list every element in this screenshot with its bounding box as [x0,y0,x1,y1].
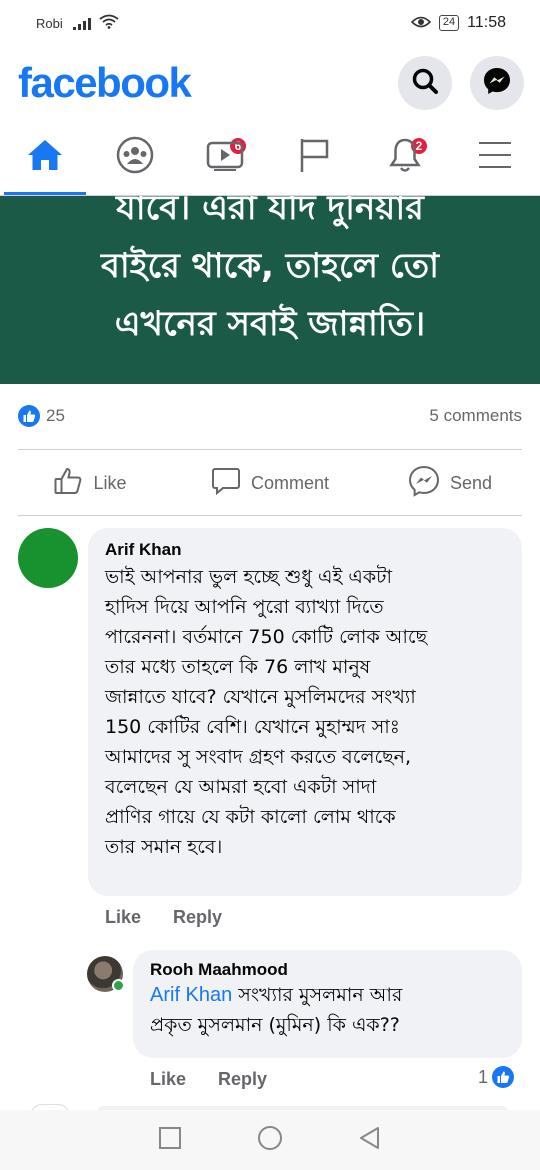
flag-icon [298,136,332,179]
comment-line: আমাদের সু সংবাদ গ্রহণ করতে বলেছেন, [105,746,412,768]
comment-line: বলেছেন যে আমরা হবো একটা সাদা [105,776,377,798]
comment-line: তার মধ্যে তাহলে কি 76 লাখ মানুষ [105,656,371,678]
tab-home[interactable] [0,120,90,195]
groups-icon [115,135,155,180]
tab-pages[interactable] [270,120,360,195]
eye-comfort-icon [410,15,432,32]
online-status-indicator [112,979,125,992]
app-header: facebook [0,46,540,120]
comment-button[interactable]: Comment [180,466,360,501]
tab-watch[interactable]: 2 [180,120,429,195]
post-image-line: বাইরে থাকে, তাহলে তো [101,246,439,286]
battery-icon: 24 [438,15,460,31]
comment-reaction-count[interactable]: 1 [478,1066,515,1088]
tab-notifications[interactable] [360,120,450,195]
reaction-count[interactable]: 25 [46,406,65,426]
status-bar: Robi 24 11:58 [0,0,540,46]
reply-bubble: Rooh Maahmood Arif Khan সংখ্যার মুসলমান … [133,950,522,1058]
clock: 11:58 [467,14,506,31]
send-label: Send [449,472,493,493]
comment-reply-button[interactable]: Reply [218,1069,267,1090]
comment-text: ভাই আপনার ভুল হচ্ছে শুধু এই একটা হাদিস দ… [105,562,508,862]
messenger-icon [482,66,512,101]
like-reaction-icon [18,405,40,427]
divider [18,515,522,516]
comment-line: ভাই আপনার ভুল হচ্ছে শুধু এই একটা [105,566,393,588]
search-button[interactable] [398,56,452,110]
like-reaction-icon [492,1066,515,1088]
facebook-logo[interactable]: facebook [18,59,192,107]
back-button[interactable] [358,1126,382,1155]
comment-author[interactable]: Rooh Maahmood [150,960,508,980]
comment-line-rest: সংখ্যার মুসলমান আর [232,984,403,1006]
comment-line: তার সমান হবে। [105,836,223,858]
hamburger-icon [478,140,512,175]
post-stats: 25 5 comments [18,398,522,434]
comment-line: 150 কোটির বেশি। যেখানে মুহাম্মদ সাঃ [105,716,400,738]
wifi-icon [99,14,119,32]
thumbs-up-icon [53,466,83,501]
comment-line: জান্নাতে যাবে? যেখানে মুসলিমদের সংখ্যা [105,686,416,708]
comment-bubble: Arif Khan ভাই আপনার ভুল হচ্ছে শুধু এই এক… [88,528,522,896]
bell-icon [388,136,422,179]
comment-like-button[interactable]: Like [105,907,141,928]
like-label: Like [93,472,127,493]
tab-bar: 6 2 [0,120,540,196]
mention-link[interactable]: Arif Khan [150,984,232,1006]
comment-line: হাদিস দিয়ে আপনি পুরো ব্যাখ্যা দিতে [105,596,384,618]
like-button[interactable]: Like [0,466,180,501]
send-button[interactable]: Send [360,465,540,502]
comment-icon [211,466,241,501]
comment-meta: Like Reply [105,907,222,928]
post-image[interactable]: যাবে। এরা যদি দুনিয়ার বাইরে থাকে, তাহলে… [0,196,540,384]
tab-groups[interactable]: 6 [90,120,248,195]
comment-line: প্রকৃত মুসলমান (মুমিন) কি এক?? [150,1014,400,1036]
recents-button[interactable] [158,1126,182,1155]
post-actions: Like Comment Send [0,450,540,516]
video-icon [206,139,244,176]
comment-line: Arif Khan সংখ্যার মুসলমান আর [150,980,508,1010]
comment-label: Comment [250,472,330,493]
signal-icon [72,16,91,30]
messenger-button[interactable] [470,56,524,110]
home-nav-button[interactable] [257,1125,283,1156]
comment-meta: Like Reply [150,1069,267,1090]
post-image-line: যাবে। এরা যদি দুনিয়ার [116,196,424,228]
search-icon [411,67,439,100]
comment-line: প্রাণির গায়ে যে কটা কালো লোম থাকে [105,806,396,828]
messenger-send-icon [408,465,440,502]
system-nav-bar [0,1110,540,1170]
comment-reply-button[interactable]: Reply [173,907,222,928]
comment-like-count: 1 [478,1066,489,1087]
home-icon [26,138,64,177]
carrier-name: Robi [36,15,63,31]
tab-menu[interactable] [450,120,540,195]
comment-line: পারেননা। বর্তমানে 750 কোটি লোক আছে [105,626,428,648]
comments-count[interactable]: 5 comments [429,406,522,426]
avatar[interactable] [18,528,78,588]
comment-author[interactable]: Arif Khan [105,540,508,560]
comment-like-button[interactable]: Like [150,1069,186,1090]
post-image-line: এখনের সবাই জান্নাতি। [114,304,426,344]
comment-text: Arif Khan সংখ্যার মুসলমান আর প্রকৃত মুসল… [150,980,508,1040]
